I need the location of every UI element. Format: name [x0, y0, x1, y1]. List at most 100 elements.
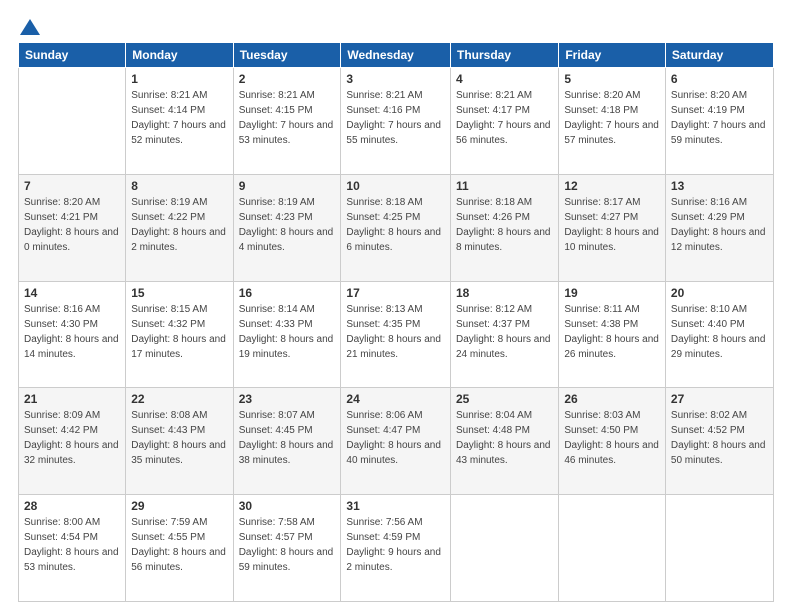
day-info: Sunrise: 8:09 AMSunset: 4:42 PMDaylight:… [24, 408, 120, 468]
day-info: Sunrise: 8:18 AMSunset: 4:25 PMDaylight:… [346, 195, 445, 255]
day-number: 7 [24, 179, 120, 193]
day-number: 6 [671, 72, 768, 86]
day-cell [450, 495, 558, 602]
week-row-4: 28Sunrise: 8:00 AMSunset: 4:54 PMDayligh… [19, 495, 774, 602]
day-info: Sunrise: 8:02 AMSunset: 4:52 PMDaylight:… [671, 408, 768, 468]
day-cell: 23 Sunrise: 8:07 AMSunset: 4:45 PMDayligh… [233, 388, 341, 495]
day-header-wednesday: Wednesday [341, 43, 451, 68]
day-number: 27 [671, 392, 768, 406]
day-cell [19, 68, 126, 175]
day-cell: 15 Sunrise: 8:15 AMSunset: 4:32 PMDayligh… [126, 281, 233, 388]
logo-icon [19, 18, 41, 36]
day-info: Sunrise: 8:04 AMSunset: 4:48 PMDaylight:… [456, 408, 553, 468]
day-number: 9 [239, 179, 336, 193]
day-number: 24 [346, 392, 445, 406]
day-cell: 20Sunrise: 8:10 AMSunset: 4:40 PMDayligh… [665, 281, 773, 388]
day-info: Sunrise: 7:56 AMSunset: 4:59 PMDaylight:… [346, 515, 445, 575]
day-number: 13 [671, 179, 768, 193]
day-number: 5 [564, 72, 660, 86]
day-number: 2 [239, 72, 336, 86]
day-number: 12 [564, 179, 660, 193]
day-number: 22 [131, 392, 227, 406]
day-header-tuesday: Tuesday [233, 43, 341, 68]
day-cell: 9 Sunrise: 8:19 AMSunset: 4:23 PMDaylight… [233, 174, 341, 281]
day-cell: 17Sunrise: 8:13 AMSunset: 4:35 PMDayligh… [341, 281, 451, 388]
day-info: Sunrise: 8:07 AMSunset: 4:45 PMDaylight:… [239, 408, 336, 468]
day-number: 8 [131, 179, 227, 193]
day-cell: 19 Sunrise: 8:11 AMSunset: 4:38 PMDayligh… [559, 281, 666, 388]
day-number: 23 [239, 392, 336, 406]
week-row-1: 7Sunrise: 8:20 AMSunset: 4:21 PMDaylight… [19, 174, 774, 281]
day-number: 3 [346, 72, 445, 86]
day-number: 17 [346, 286, 445, 300]
week-row-2: 14 Sunrise: 8:16 AMSunset: 4:30 PMDayligh… [19, 281, 774, 388]
day-number: 29 [131, 499, 227, 513]
day-number: 30 [239, 499, 336, 513]
day-cell: 13 Sunrise: 8:16 AMSunset: 4:29 PMDayligh… [665, 174, 773, 281]
day-info: Sunrise: 8:21 AMSunset: 4:14 PMDaylight:… [131, 88, 227, 148]
day-number: 26 [564, 392, 660, 406]
day-info: Sunrise: 8:20 AMSunset: 4:19 PMDaylight:… [671, 88, 768, 148]
day-cell: 16Sunrise: 8:14 AMSunset: 4:33 PMDayligh… [233, 281, 341, 388]
day-number: 15 [131, 286, 227, 300]
day-cell: 28Sunrise: 8:00 AMSunset: 4:54 PMDayligh… [19, 495, 126, 602]
header [18, 18, 774, 32]
day-cell: 6 Sunrise: 8:20 AMSunset: 4:19 PMDaylight… [665, 68, 773, 175]
day-cell: 29 Sunrise: 7:59 AMSunset: 4:55 PMDayligh… [126, 495, 233, 602]
calendar-table: SundayMondayTuesdayWednesdayThursdayFrid… [18, 42, 774, 602]
day-cell: 11 Sunrise: 8:18 AMSunset: 4:26 PMDayligh… [450, 174, 558, 281]
day-cell [559, 495, 666, 602]
day-cell: 4 Sunrise: 8:21 AMSunset: 4:17 PMDaylight… [450, 68, 558, 175]
day-cell: 12Sunrise: 8:17 AMSunset: 4:27 PMDayligh… [559, 174, 666, 281]
day-number: 1 [131, 72, 227, 86]
day-cell: 30 Sunrise: 7:58 AMSunset: 4:57 PMDayligh… [233, 495, 341, 602]
day-info: Sunrise: 7:58 AMSunset: 4:57 PMDaylight:… [239, 515, 336, 575]
day-info: Sunrise: 8:12 AMSunset: 4:37 PMDaylight:… [456, 302, 553, 362]
day-info: Sunrise: 8:15 AMSunset: 4:32 PMDaylight:… [131, 302, 227, 362]
day-header-saturday: Saturday [665, 43, 773, 68]
day-cell: 7Sunrise: 8:20 AMSunset: 4:21 PMDaylight… [19, 174, 126, 281]
day-cell [665, 495, 773, 602]
day-info: Sunrise: 8:16 AMSunset: 4:30 PMDaylight:… [24, 302, 120, 362]
day-info: Sunrise: 7:59 AMSunset: 4:55 PMDaylight:… [131, 515, 227, 575]
day-cell: 14 Sunrise: 8:16 AMSunset: 4:30 PMDayligh… [19, 281, 126, 388]
day-info: Sunrise: 8:00 AMSunset: 4:54 PMDaylight:… [24, 515, 120, 575]
day-info: Sunrise: 8:08 AMSunset: 4:43 PMDaylight:… [131, 408, 227, 468]
day-info: Sunrise: 8:16 AMSunset: 4:29 PMDaylight:… [671, 195, 768, 255]
day-cell: 31 Sunrise: 7:56 AMSunset: 4:59 PMDayligh… [341, 495, 451, 602]
day-cell: 8 Sunrise: 8:19 AMSunset: 4:22 PMDaylight… [126, 174, 233, 281]
day-number: 31 [346, 499, 445, 513]
day-info: Sunrise: 8:11 AMSunset: 4:38 PMDaylight:… [564, 302, 660, 362]
calendar-page: SundayMondayTuesdayWednesdayThursdayFrid… [0, 0, 792, 612]
day-number: 11 [456, 179, 553, 193]
day-info: Sunrise: 8:18 AMSunset: 4:26 PMDaylight:… [456, 195, 553, 255]
day-cell: 26 Sunrise: 8:03 AMSunset: 4:50 PMDayligh… [559, 388, 666, 495]
week-row-3: 21 Sunrise: 8:09 AMSunset: 4:42 PMDayligh… [19, 388, 774, 495]
day-info: Sunrise: 8:21 AMSunset: 4:17 PMDaylight:… [456, 88, 553, 148]
day-number: 25 [456, 392, 553, 406]
day-cell: 1 Sunrise: 8:21 AMSunset: 4:14 PMDaylight… [126, 68, 233, 175]
day-cell: 2 Sunrise: 8:21 AMSunset: 4:15 PMDaylight… [233, 68, 341, 175]
day-number: 19 [564, 286, 660, 300]
day-number: 10 [346, 179, 445, 193]
day-header-sunday: Sunday [19, 43, 126, 68]
day-number: 20 [671, 286, 768, 300]
day-cell: 27 Sunrise: 8:02 AMSunset: 4:52 PMDayligh… [665, 388, 773, 495]
day-cell: 5 Sunrise: 8:20 AMSunset: 4:18 PMDaylight… [559, 68, 666, 175]
logo [18, 18, 42, 32]
day-info: Sunrise: 8:03 AMSunset: 4:50 PMDaylight:… [564, 408, 660, 468]
day-headers-row: SundayMondayTuesdayWednesdayThursdayFrid… [19, 43, 774, 68]
day-info: Sunrise: 8:06 AMSunset: 4:47 PMDaylight:… [346, 408, 445, 468]
week-row-0: 1 Sunrise: 8:21 AMSunset: 4:14 PMDaylight… [19, 68, 774, 175]
day-number: 21 [24, 392, 120, 406]
day-info: Sunrise: 8:21 AMSunset: 4:15 PMDaylight:… [239, 88, 336, 148]
day-info: Sunrise: 8:19 AMSunset: 4:22 PMDaylight:… [131, 195, 227, 255]
day-info: Sunrise: 8:19 AMSunset: 4:23 PMDaylight:… [239, 195, 336, 255]
day-info: Sunrise: 8:20 AMSunset: 4:18 PMDaylight:… [564, 88, 660, 148]
day-header-monday: Monday [126, 43, 233, 68]
day-info: Sunrise: 8:14 AMSunset: 4:33 PMDaylight:… [239, 302, 336, 362]
day-header-thursday: Thursday [450, 43, 558, 68]
day-number: 4 [456, 72, 553, 86]
day-cell: 25 Sunrise: 8:04 AMSunset: 4:48 PMDayligh… [450, 388, 558, 495]
day-number: 14 [24, 286, 120, 300]
